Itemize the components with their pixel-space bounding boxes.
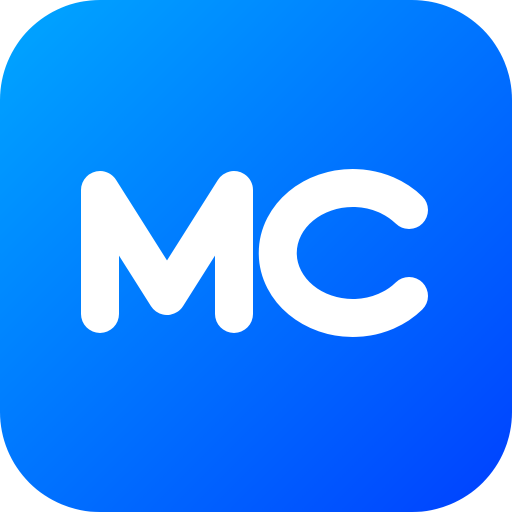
icon-background bbox=[0, 0, 512, 512]
mc-monogram-icon bbox=[0, 0, 512, 512]
mc-app-icon bbox=[0, 0, 512, 512]
